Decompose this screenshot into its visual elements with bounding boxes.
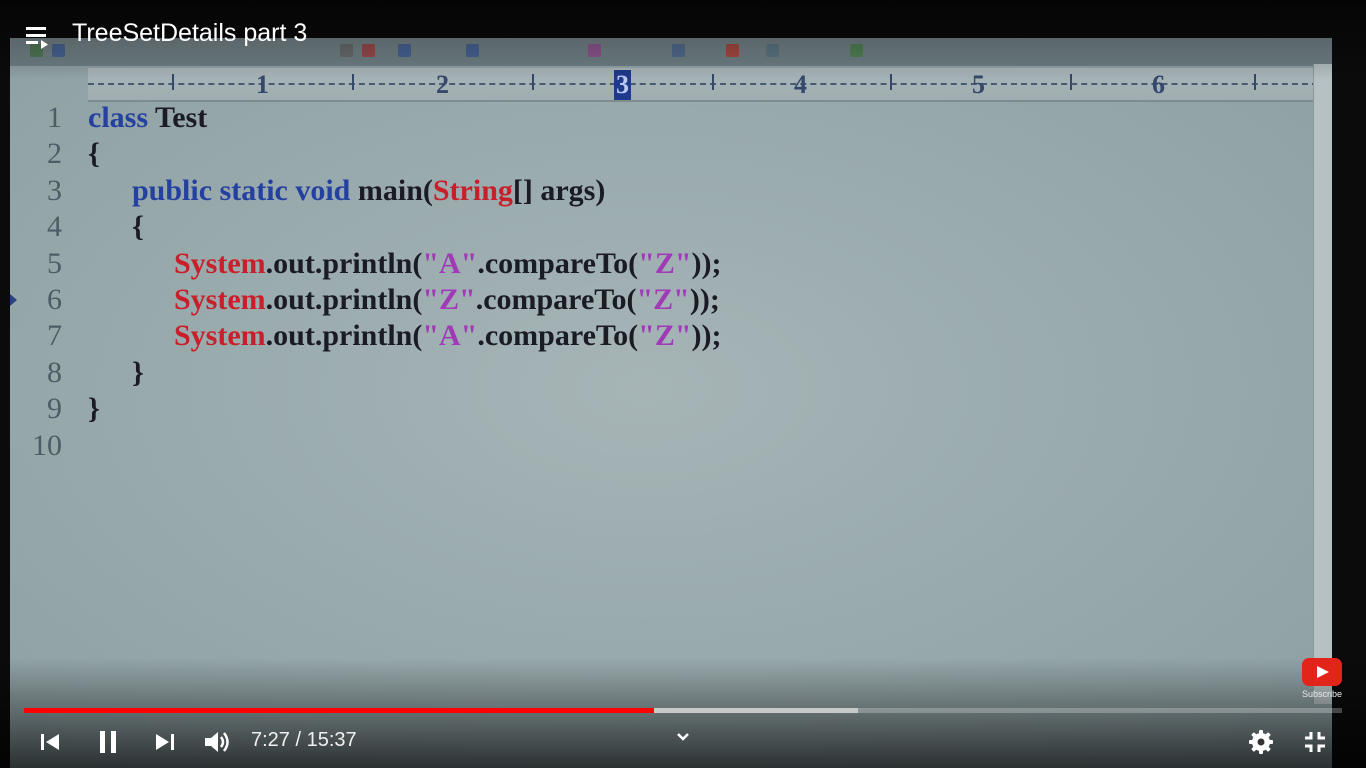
video-title[interactable]: TreeSetDetails part 3 [72, 19, 307, 48]
code-token: main( [350, 173, 433, 207]
code-token: .compareTo( [477, 319, 639, 353]
code-token: "Z" [638, 319, 692, 353]
line-number: 6 [47, 283, 62, 316]
code-text: System.out.println("A".compareTo("Z")); [174, 246, 721, 282]
code-token: class [88, 101, 148, 134]
line-number: 2 [47, 137, 62, 171]
progress-played [24, 708, 654, 713]
ruler-line [88, 83, 1328, 85]
code-text: System.out.println("Z".compareTo("Z")); [174, 282, 720, 318]
code-token: } [132, 355, 144, 389]
settings-button[interactable] [1241, 722, 1281, 762]
line-number: 8 [47, 355, 62, 389]
chevron-down-icon [677, 733, 689, 741]
code-token: "Z" [636, 283, 690, 316]
player-controls: 7:27 / 15:37 [0, 722, 1366, 762]
code-token: .out.println( [265, 319, 423, 353]
volume-button[interactable] [197, 722, 237, 762]
line-number: 10 [32, 428, 62, 462]
editor-scrollbar [1313, 64, 1332, 704]
line-number: 5 [47, 246, 62, 280]
playlist-button[interactable] [24, 22, 52, 52]
exit-fullscreen-icon [1305, 732, 1325, 752]
time-separator: / [295, 729, 302, 751]
code-text: } [88, 391, 100, 427]
code-token: Test [148, 101, 208, 134]
code-token: System [174, 283, 266, 316]
settings-icon [1249, 730, 1273, 754]
playlist-icon [26, 27, 48, 49]
code-token: )); [691, 246, 722, 280]
code-token: "A" [422, 319, 478, 353]
next-icon [156, 734, 174, 750]
chapter-expand-button[interactable] [672, 726, 694, 748]
line-number: 7 [47, 319, 62, 353]
volume-icon [205, 732, 229, 752]
code-token: { [88, 137, 100, 171]
duration: 15:37 [306, 729, 357, 751]
time-display: 7:27 / 15:37 [251, 729, 357, 752]
code-token: .compareTo( [477, 246, 639, 280]
exit-fullscreen-button[interactable] [1295, 722, 1335, 762]
code-token: )); [691, 319, 722, 353]
subscribe-label: Subscribe [1302, 689, 1343, 699]
code-token: "Z" [422, 283, 476, 316]
progress-bar[interactable] [24, 708, 1342, 713]
line-number: 9 [47, 392, 62, 426]
code-token: )); [689, 283, 720, 316]
code-token: [] args) [512, 173, 606, 207]
code-token: String [432, 173, 513, 207]
code-token: "A" [422, 246, 478, 280]
next-button[interactable] [145, 722, 185, 762]
pause-icon [100, 731, 116, 753]
code-text: } [132, 355, 144, 391]
code-text: public static void main(String[] args) [132, 173, 605, 209]
line-number: 4 [47, 210, 62, 244]
line-number: 1 [47, 101, 62, 134]
code-token: } [88, 392, 100, 426]
code-text: { [88, 136, 100, 172]
code-text: System.out.println("A".compareTo("Z")); [174, 318, 721, 354]
code-token: .compareTo( [475, 283, 637, 316]
pause-button[interactable] [88, 722, 128, 762]
code-token: .out.println( [265, 283, 423, 316]
code-token: .out.println( [265, 246, 423, 280]
code-token: "Z" [638, 246, 692, 280]
subscribe-button[interactable]: Subscribe [1302, 658, 1342, 699]
code-token: { [132, 210, 144, 244]
code-token: public static void [132, 173, 351, 207]
line-number: 3 [47, 173, 62, 207]
video-header: TreeSetDetails part 3 [0, 0, 1366, 72]
previous-button[interactable] [30, 722, 70, 762]
code-token: System [174, 246, 266, 280]
current-time: 7:27 [251, 729, 290, 751]
code-text: class Test [88, 100, 207, 136]
code-token: System [174, 319, 266, 353]
youtube-logo-icon [1302, 658, 1342, 686]
previous-icon [41, 734, 59, 750]
code-text: { [132, 209, 144, 245]
